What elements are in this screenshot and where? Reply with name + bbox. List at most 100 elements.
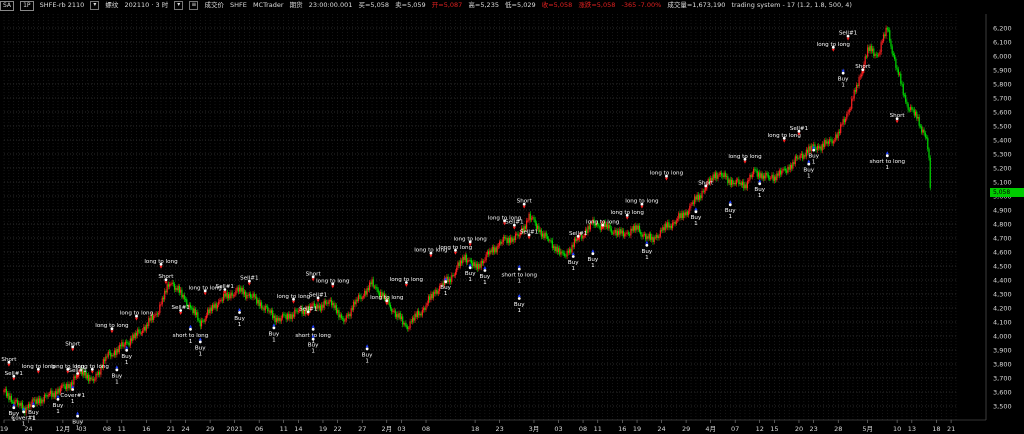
candle-body bbox=[7, 393, 9, 397]
signal-dot-icon bbox=[90, 367, 94, 371]
sell-arrow-icon bbox=[831, 48, 835, 52]
candle-body bbox=[849, 108, 852, 110]
candle-body bbox=[472, 263, 474, 267]
candle-body bbox=[799, 155, 801, 159]
candle-body bbox=[640, 231, 642, 235]
candle-body bbox=[503, 236, 506, 239]
buy-arrow-icon bbox=[188, 324, 193, 328]
candle-body bbox=[825, 140, 827, 144]
candle-body bbox=[397, 314, 399, 318]
signal-dot-icon bbox=[522, 202, 526, 206]
candle-body bbox=[773, 176, 776, 181]
candle-body bbox=[842, 118, 844, 125]
candle-body bbox=[169, 284, 171, 287]
candle-body bbox=[322, 304, 324, 308]
candle-body bbox=[458, 262, 460, 266]
candle-body bbox=[200, 320, 203, 327]
candle-body bbox=[778, 170, 780, 176]
candle-body bbox=[892, 53, 895, 56]
x-tick-label: 23 bbox=[495, 425, 503, 433]
candle-body bbox=[475, 263, 477, 268]
y-tick-label: 3,800 bbox=[993, 360, 1012, 368]
candle-body bbox=[787, 166, 789, 173]
signal-dot-icon bbox=[468, 266, 472, 270]
candle-body bbox=[674, 222, 676, 224]
candle-body bbox=[725, 176, 728, 177]
candle-body bbox=[453, 275, 455, 276]
signal-qty: 1 bbox=[728, 214, 732, 220]
candle-body bbox=[538, 225, 540, 232]
time-axis[interactable]: 19 24 12月 03 08 11 16 21 24 29 2021 06 11 14 19 22 27 2月 0… bbox=[0, 419, 986, 433]
sell-arrow-icon bbox=[429, 254, 433, 258]
signal-marker: long to long bbox=[768, 133, 801, 143]
candle-body bbox=[662, 227, 664, 231]
candle-body bbox=[533, 217, 535, 220]
price-chart[interactable]: ShortSell#1Buy1Cover#11Buy1long to longl… bbox=[0, 0, 1024, 434]
signal-qty: 1 bbox=[807, 174, 811, 180]
price-axis[interactable]: 3,500 3,600 3,700 3,800 3,900 4,000 4,100 4,200… bbox=[985, 14, 1012, 420]
candle-body bbox=[510, 237, 512, 243]
candle-body bbox=[286, 314, 288, 320]
candle-body bbox=[761, 173, 763, 179]
candle-body bbox=[404, 322, 406, 326]
candle-body bbox=[638, 225, 641, 232]
candle-body bbox=[718, 174, 720, 176]
candle-body bbox=[490, 250, 492, 253]
x-tick-label: 11 bbox=[594, 425, 602, 433]
candle-body bbox=[394, 310, 396, 317]
candle-body bbox=[10, 395, 12, 402]
signal-dot-icon bbox=[483, 269, 487, 272]
candle-body bbox=[633, 226, 636, 231]
candle-body bbox=[362, 296, 365, 298]
candle-body bbox=[673, 222, 675, 223]
y-tick-label: 5,500 bbox=[993, 122, 1012, 130]
signal-dot-icon bbox=[758, 182, 762, 186]
candle-body bbox=[496, 246, 498, 253]
candle-body bbox=[464, 254, 466, 261]
candle-body bbox=[557, 248, 560, 253]
candle-body bbox=[860, 74, 863, 77]
candle-body bbox=[694, 196, 696, 204]
candle-body bbox=[735, 179, 738, 185]
candle-body bbox=[641, 234, 643, 237]
x-tick-label: 21 bbox=[167, 425, 175, 433]
candle-body bbox=[632, 226, 634, 231]
signal-marker: Sell#1 bbox=[171, 305, 190, 315]
x-tick-label: 11 bbox=[118, 425, 126, 433]
buy-arrow-icon bbox=[76, 411, 80, 415]
candle-body bbox=[553, 246, 555, 248]
candle-body bbox=[452, 275, 454, 276]
candle-body bbox=[328, 300, 330, 304]
candle-body bbox=[822, 143, 825, 148]
candle-body bbox=[145, 324, 147, 331]
signal-qty: 1 bbox=[115, 379, 119, 385]
candle-body bbox=[42, 399, 44, 402]
candle-body bbox=[283, 314, 285, 316]
candle-body bbox=[881, 41, 883, 43]
candle-body bbox=[517, 233, 519, 237]
candle-body bbox=[668, 222, 670, 228]
candle-body bbox=[91, 378, 93, 380]
candle-body bbox=[565, 255, 567, 257]
candle-body bbox=[526, 220, 528, 229]
x-tick-label: 3月 bbox=[529, 425, 540, 433]
candle-body bbox=[766, 172, 768, 175]
y-tick-label: 3,900 bbox=[993, 346, 1012, 354]
y-tick-label: 3,700 bbox=[993, 374, 1012, 382]
candle-body bbox=[123, 344, 125, 347]
candle-body bbox=[4, 389, 6, 391]
buy-arrow-icon bbox=[728, 200, 732, 204]
candle-body bbox=[111, 355, 113, 357]
candle-body bbox=[474, 262, 476, 268]
candle-body bbox=[468, 260, 470, 261]
x-tick-label: 11 bbox=[280, 425, 288, 433]
signal-dot-icon bbox=[665, 174, 668, 178]
candle-body bbox=[918, 116, 920, 126]
signal-dot-icon bbox=[517, 267, 521, 271]
candle-body bbox=[46, 395, 48, 397]
sell-arrow-icon bbox=[247, 282, 251, 286]
candle-body bbox=[127, 342, 129, 344]
signal-dot-icon bbox=[527, 233, 531, 237]
candle-body bbox=[420, 313, 422, 316]
sell-arrow-icon bbox=[640, 205, 644, 209]
